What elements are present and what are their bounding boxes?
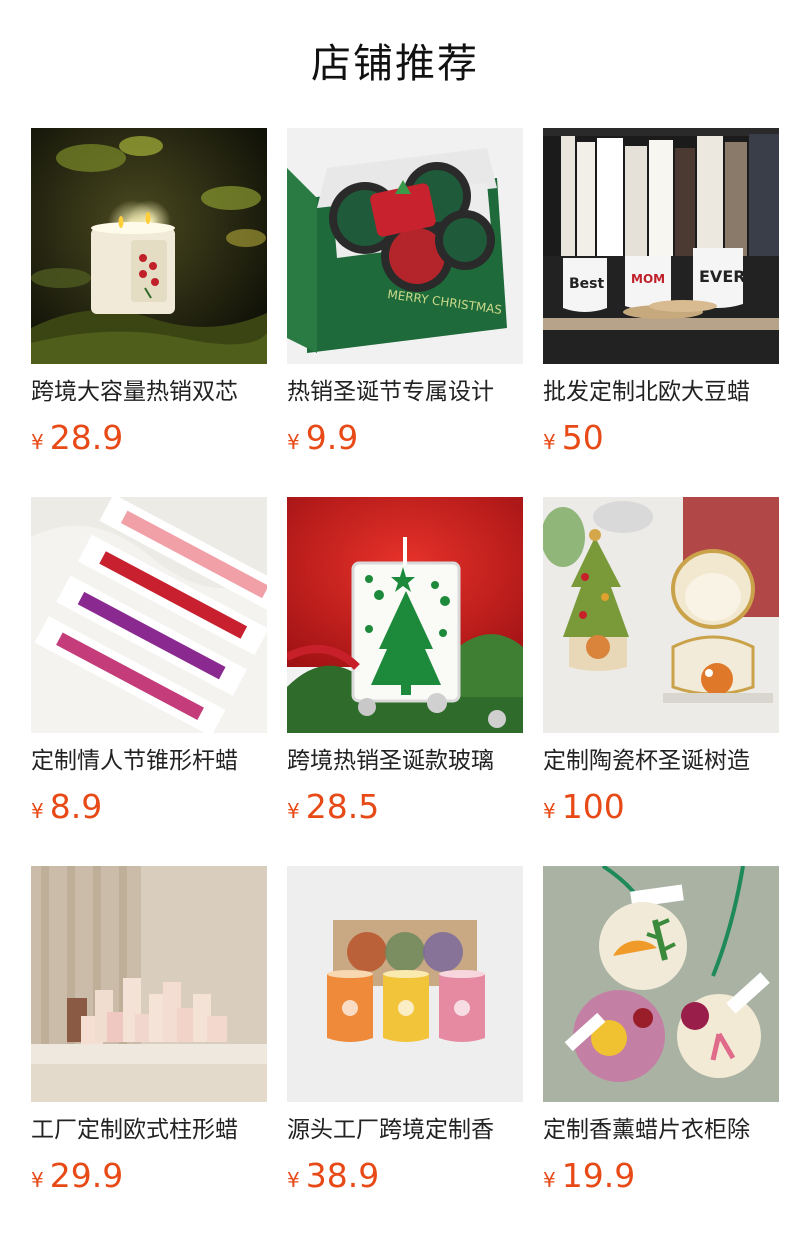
product-name[interactable]: 源头工厂跨境定制香: [287, 1114, 523, 1146]
product-price: ¥38.9: [287, 1156, 523, 1196]
product-price: ¥28.5: [287, 787, 523, 827]
product-card[interactable]: 定制陶瓷杯圣诞树造 ¥100: [543, 497, 779, 866]
currency-symbol: ¥: [287, 1168, 300, 1192]
product-grid: 跨境大容量热销双芯 ¥28.9 MERRY CHRISTMAS 热销圣诞节专属设…: [31, 128, 779, 1235]
product-image[interactable]: [31, 497, 267, 733]
product-image[interactable]: [543, 866, 779, 1102]
product-name[interactable]: 跨境热销圣诞款玻璃: [287, 745, 523, 777]
product-image[interactable]: MERRY CHRISTMAS: [287, 128, 523, 364]
product-image[interactable]: [287, 497, 523, 733]
price-value: 29.9: [49, 1156, 124, 1195]
currency-symbol: ¥: [31, 799, 44, 823]
product-price: ¥8.9: [31, 787, 267, 827]
price-value: 50: [561, 418, 604, 457]
product-name[interactable]: 热销圣诞节专属设计: [287, 376, 523, 408]
product-price: ¥29.9: [31, 1156, 267, 1196]
product-name[interactable]: 定制情人节锥形杆蜡: [31, 745, 267, 777]
svg-text:MOM: MOM: [631, 272, 665, 286]
svg-text:Best: Best: [569, 276, 604, 292]
product-image[interactable]: [287, 866, 523, 1102]
product-card[interactable]: Best MOM EVER 批发定制北欧大豆蜡 ¥50: [543, 128, 779, 497]
price-value: 9.9: [305, 418, 359, 457]
product-name[interactable]: 批发定制北欧大豆蜡: [543, 376, 779, 408]
product-image[interactable]: [543, 497, 779, 733]
product-price: ¥19.9: [543, 1156, 779, 1196]
price-value: 28.5: [305, 787, 380, 826]
currency-symbol: ¥: [31, 1168, 44, 1192]
price-value: 19.9: [561, 1156, 636, 1195]
product-card[interactable]: 定制香薰蜡片衣柜除 ¥19.9: [543, 866, 779, 1235]
product-price: ¥28.9: [31, 418, 267, 458]
recommendation-page: 店铺推荐 跨境大容量热销双芯 ¥ 28.9 MERRY CHRISTMAS 热销…: [0, 0, 790, 1234]
product-image[interactable]: [31, 128, 267, 364]
product-price: ¥100: [543, 787, 779, 827]
currency-symbol: ¥: [543, 430, 556, 454]
page-title: 店铺推荐: [311, 41, 479, 87]
price-value: 28.9: [49, 418, 124, 457]
product-card[interactable]: 跨境热销圣诞款玻璃 ¥28.5: [287, 497, 523, 866]
product-image[interactable]: [31, 866, 267, 1102]
price-value: 100: [561, 787, 625, 826]
product-name[interactable]: 跨境大容量热销双芯: [31, 376, 267, 408]
product-card[interactable]: 跨境大容量热销双芯 ¥28.9: [31, 128, 267, 497]
product-card[interactable]: 工厂定制欧式柱形蜡 ¥29.9: [31, 866, 267, 1235]
currency-symbol: ¥: [287, 430, 300, 454]
product-name[interactable]: 定制陶瓷杯圣诞树造: [543, 745, 779, 777]
product-card[interactable]: 源头工厂跨境定制香 ¥38.9: [287, 866, 523, 1235]
product-card[interactable]: 定制情人节锥形杆蜡 ¥8.9: [31, 497, 267, 866]
price-value: 8.9: [49, 787, 103, 826]
product-price: ¥9.9: [287, 418, 523, 458]
product-name[interactable]: 工厂定制欧式柱形蜡: [31, 1114, 267, 1146]
currency-symbol: ¥: [543, 799, 556, 823]
product-card[interactable]: MERRY CHRISTMAS 热销圣诞节专属设计 ¥9.9: [287, 128, 523, 497]
currency-symbol: ¥: [287, 799, 300, 823]
product-image[interactable]: Best MOM EVER: [543, 128, 779, 364]
price-value: 38.9: [305, 1156, 380, 1195]
currency-symbol: ¥: [543, 1168, 556, 1192]
product-name[interactable]: 定制香薰蜡片衣柜除: [543, 1114, 779, 1146]
svg-text:EVER: EVER: [699, 267, 746, 286]
product-price: ¥50: [543, 418, 779, 458]
currency-symbol: ¥: [31, 430, 44, 454]
